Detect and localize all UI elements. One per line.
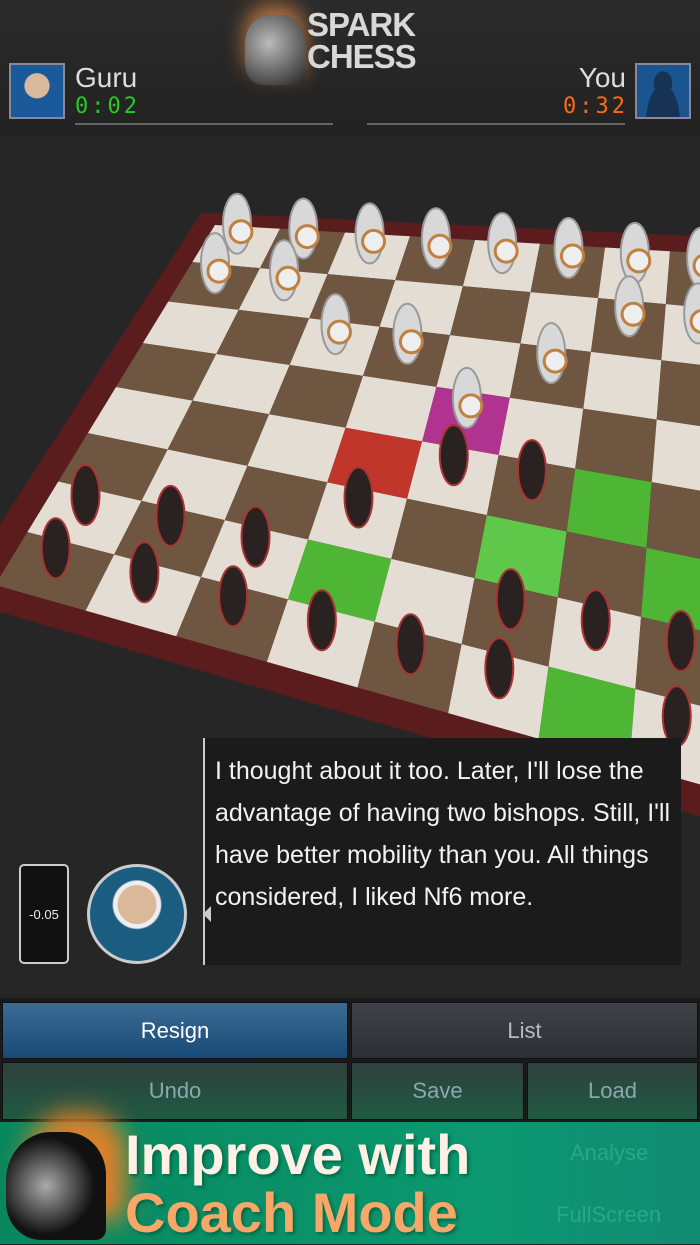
list-button[interactable]: List	[351, 1002, 698, 1059]
shield-icon	[326, 319, 352, 345]
shield-icon	[689, 309, 700, 334]
shield-icon	[206, 258, 232, 284]
logo-text: CHESS	[307, 38, 417, 75]
shield-icon	[427, 233, 453, 259]
black-piece-b1	[129, 541, 160, 604]
guru-avatar	[9, 63, 65, 119]
divider	[367, 123, 625, 125]
banner-line2: Coach Mode	[125, 1181, 458, 1244]
black-piece-b2	[155, 484, 186, 547]
shield-icon	[626, 248, 652, 274]
coach-avatar[interactable]	[87, 864, 187, 964]
square-e7[interactable]	[450, 286, 531, 344]
black-piece-g2	[580, 589, 611, 652]
spark-chess-logo: SPARK CHESS	[245, 5, 455, 85]
player-left-name: Guru	[75, 62, 138, 93]
fullscreen-button[interactable]: FullScreen	[556, 1202, 661, 1228]
shield-icon	[275, 265, 301, 291]
shield-icon	[228, 219, 254, 245]
shield-icon	[458, 393, 484, 419]
chess-board[interactable]	[0, 130, 700, 830]
coach-mode-banner[interactable]: Analyse FullScreen Improve with Coach Mo…	[0, 1122, 700, 1244]
black-piece-f1	[484, 637, 515, 700]
load-button[interactable]: Load	[527, 1062, 698, 1120]
divider	[75, 123, 333, 125]
flaming-knight-icon	[6, 1132, 106, 1240]
black-piece-c2	[240, 505, 271, 568]
shield-icon	[559, 243, 585, 269]
shield-icon	[493, 238, 519, 264]
player-right-name: You	[578, 62, 626, 93]
you-avatar	[635, 63, 691, 119]
save-button[interactable]: Save	[351, 1062, 524, 1120]
header: SPARK CHESS Guru 0:02 You 0:32	[0, 0, 700, 135]
black-piece-h2	[665, 609, 696, 672]
square-g6[interactable]	[583, 351, 662, 420]
shield-icon	[542, 348, 568, 374]
black-piece-d1	[306, 589, 337, 652]
black-piece-a2	[70, 463, 101, 526]
square-h6[interactable]	[656, 360, 700, 430]
coach-speech-bubble: I thought about it too. Later, I'll lose…	[203, 738, 681, 965]
shield-icon	[398, 329, 424, 355]
banner-line1: Improve with	[125, 1123, 471, 1186]
player-left-clock: 0:02	[75, 94, 140, 119]
evaluation-box: -0.05	[19, 864, 69, 964]
black-piece-e4	[438, 424, 469, 487]
undo-button[interactable]: Undo	[2, 1062, 348, 1120]
player-right-clock: 0:32	[563, 94, 628, 119]
black-piece-f4	[516, 439, 547, 502]
black-piece-f2	[495, 568, 526, 631]
shield-icon	[620, 301, 646, 327]
black-piece-e1	[395, 613, 426, 676]
resign-button[interactable]: Resign	[2, 1002, 348, 1059]
black-piece-a1	[40, 517, 71, 580]
shield-icon	[294, 224, 320, 250]
black-piece-c1	[218, 565, 249, 628]
knight-logo-icon	[245, 15, 305, 85]
shield-icon	[361, 228, 387, 254]
black-piece-d3	[343, 466, 374, 529]
logo-text: SPARK	[307, 6, 416, 43]
analyse-button[interactable]: Analyse	[570, 1140, 648, 1166]
